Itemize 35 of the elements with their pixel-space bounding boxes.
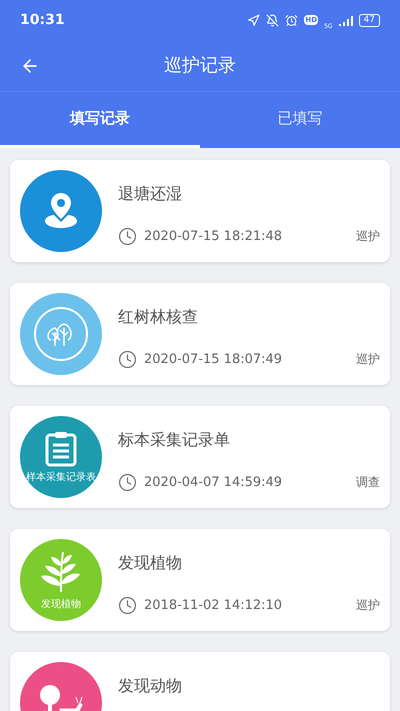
page-title: 巡护记录 <box>164 54 236 78</box>
record-title: 标本采集记录单 <box>118 429 231 451</box>
clock-icon <box>118 226 137 246</box>
record-title: 退塘还湿 <box>118 183 183 205</box>
avatar-caption: 发现植物 <box>41 600 81 610</box>
alarm-clock-icon <box>285 14 298 26</box>
clipboard-icon <box>45 431 77 467</box>
record-title: 发现动物 <box>118 675 183 697</box>
record-title: 发现植物 <box>118 552 183 574</box>
tab[interactable]: 填写记录 <box>0 92 200 148</box>
status-time: 10:31 <box>20 10 65 30</box>
record-card[interactable]: 退塘还湿 2020-07-15 18:21:48 巡护 <box>10 160 390 262</box>
record-time: 2018-11-02 14:12:10 <box>144 596 282 614</box>
record-card[interactable]: 红树林核查 2020-07-15 18:07:49 巡护 <box>10 283 390 385</box>
record-card[interactable]: 样本采集记录表 标本采集记录单 2020-04-07 14:59:49 调查 <box>10 406 390 508</box>
record-card[interactable]: 发现动物 <box>10 652 390 711</box>
avatar-caption: 样本采集记录表 <box>26 473 96 483</box>
signal-icon <box>338 14 353 26</box>
clock-icon <box>118 350 137 369</box>
record-card[interactable]: 发现植物 发现植物 2018-11-02 14:12:10 巡护 <box>10 529 390 631</box>
record-tag: 巡护 <box>356 596 380 614</box>
location-icon <box>247 14 260 26</box>
record-tag: 巡护 <box>356 227 380 246</box>
trees-icon <box>33 306 89 362</box>
record-tag: 巡护 <box>356 350 380 368</box>
bell-off-icon <box>266 14 280 26</box>
record-tag: 调查 <box>356 473 380 492</box>
record-time: 2020-04-07 14:59:49 <box>144 474 282 492</box>
record-title: 红树林核查 <box>118 306 199 328</box>
clock-icon <box>118 596 137 615</box>
clock-icon <box>118 472 137 492</box>
record-time: 2020-07-15 18:07:49 <box>144 350 282 368</box>
leaf-icon <box>39 550 83 594</box>
record-time: 2020-07-15 18:21:48 <box>144 228 282 246</box>
battery-indicator: 47 <box>358 14 380 26</box>
